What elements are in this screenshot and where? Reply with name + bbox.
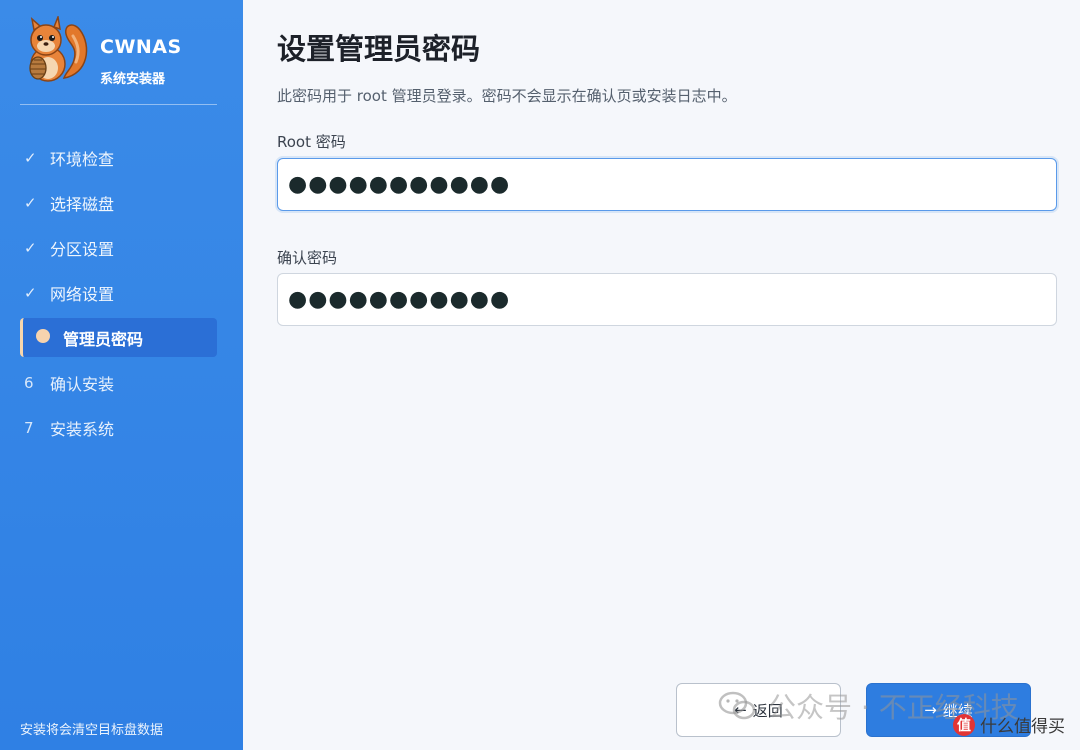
brand-name: CWNAS xyxy=(100,36,182,58)
confirm-password-value: ●●●●●●●●●●● xyxy=(288,287,511,312)
step-label: 环境检查 xyxy=(50,149,115,169)
site-logo-icon: 值 xyxy=(953,713,975,736)
step-label: 网络设置 xyxy=(50,284,115,304)
check-icon: ✓ xyxy=(24,238,37,257)
check-icon: ✓ xyxy=(24,193,37,212)
root-password-input[interactable]: ●●●●●●●●●●● xyxy=(277,158,1057,211)
check-icon: ✓ xyxy=(24,283,37,302)
step-partition[interactable]: ✓ 分区设置 xyxy=(20,228,217,267)
confirm-password-input[interactable]: ●●●●●●●●●●● xyxy=(277,273,1057,326)
sidebar: CWNAS 系统安装器 ✓ 环境检查 ✓ 选择磁盘 ✓ 分区设置 ✓ 网络设置 xyxy=(0,0,243,750)
step-label: 分区设置 xyxy=(50,239,115,259)
root-password-label: Root 密码 xyxy=(277,133,346,151)
step-label: 安装系统 xyxy=(50,419,115,439)
step-environment-check[interactable]: ✓ 环境检查 xyxy=(20,138,217,177)
site-watermark: 值 什么值得买 xyxy=(953,712,1065,737)
step-number: 7 xyxy=(24,418,34,437)
step-install-system: 7 安装系统 xyxy=(20,408,217,447)
page-description: 此密码用于 root 管理员登录。密码不会显示在确认页或安装日志中。 xyxy=(277,87,737,105)
data-warning-note: 安装将会清空目标盘数据 xyxy=(20,723,164,738)
step-list: ✓ 环境检查 ✓ 选择磁盘 ✓ 分区设置 ✓ 网络设置 管理员密码 6 确认安装 xyxy=(20,138,217,453)
step-select-disk[interactable]: ✓ 选择磁盘 xyxy=(20,183,217,222)
step-admin-password[interactable]: 管理员密码 xyxy=(20,318,217,357)
squirrel-logo-icon xyxy=(29,16,88,82)
installer-window: CWNAS 系统安装器 ✓ 环境检查 ✓ 选择磁盘 ✓ 分区设置 ✓ 网络设置 xyxy=(0,0,1080,750)
brand: CWNAS 系统安装器 xyxy=(18,16,218,87)
step-label: 选择磁盘 xyxy=(50,194,115,214)
main-panel: 设置管理员密码 此密码用于 root 管理员登录。密码不会显示在确认页或安装日志… xyxy=(243,0,1080,750)
confirm-password-label: 确认密码 xyxy=(277,249,338,267)
site-name: 什么值得买 xyxy=(980,717,1065,737)
root-password-value: ●●●●●●●●●●● xyxy=(288,172,511,197)
wechat-icon xyxy=(718,691,756,720)
step-label: 管理员密码 xyxy=(63,329,144,349)
step-network[interactable]: ✓ 网络设置 xyxy=(20,273,217,312)
current-step-dot-icon xyxy=(36,328,50,343)
step-label: 确认安装 xyxy=(50,374,115,394)
step-confirm-install: 6 确认安装 xyxy=(20,363,217,402)
page-title: 设置管理员密码 xyxy=(277,32,481,66)
check-icon: ✓ xyxy=(24,148,37,167)
brand-divider xyxy=(20,104,217,105)
step-number: 6 xyxy=(24,373,34,392)
brand-subtitle: 系统安装器 xyxy=(100,72,166,87)
